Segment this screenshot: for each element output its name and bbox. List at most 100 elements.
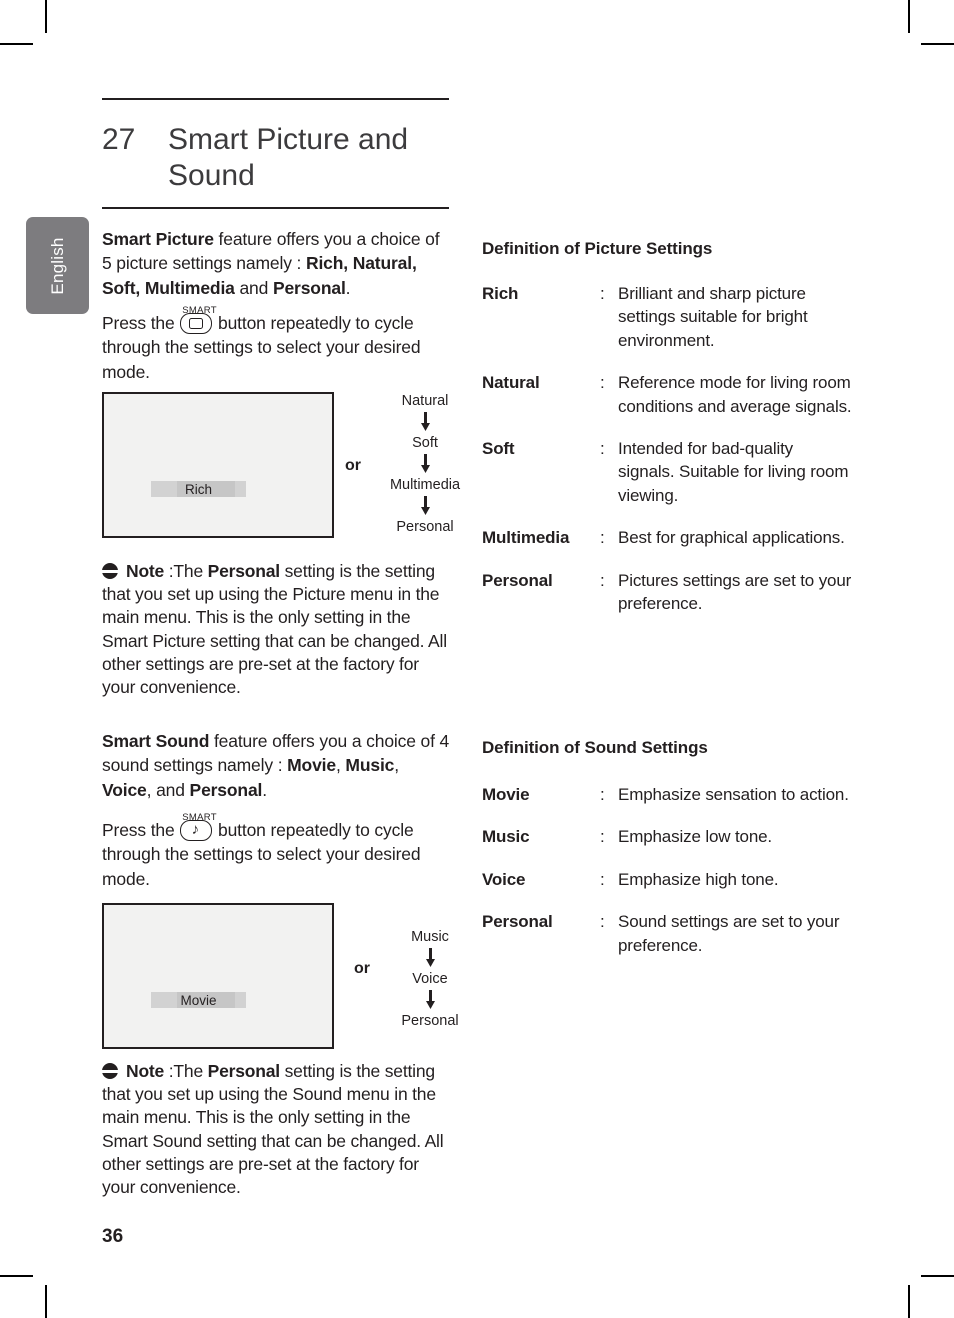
crop-mark-bottom-right-vertical xyxy=(908,1285,910,1318)
definition-description: Intended for bad-quality signals. Suitab… xyxy=(618,439,849,505)
sound-settings-list: Movie : Emphasize sensation to action. M… xyxy=(482,783,852,976)
note-text-2-picture: setting is the setting that you set up u… xyxy=(102,561,447,698)
definition-colon: : xyxy=(600,827,605,847)
screen-mode-band-picture: Rich xyxy=(151,481,246,497)
arrow-down-icon xyxy=(420,412,430,431)
press-text-before-picture: Press the xyxy=(102,313,180,333)
definition-colon: : xyxy=(600,284,605,303)
definition-colon: : xyxy=(600,869,605,889)
definition-row: Personal : Pictures settings are set to … xyxy=(482,569,852,616)
definition-colon: : xyxy=(600,785,605,804)
or-label-picture: or xyxy=(345,457,361,474)
smart-sound-intro-text-2: , xyxy=(335,755,346,776)
definition-colon: : xyxy=(600,439,605,459)
definition-row: Personal : Sound settings are set to you… xyxy=(482,910,852,957)
smart-sound-intro-text-4: , and xyxy=(146,779,190,800)
picture-settings-list: Rich : Brilliant and sharp picture setti… xyxy=(482,282,852,634)
note-title-picture: Note xyxy=(126,561,165,581)
crop-mark-top-right-horizontal xyxy=(921,43,954,45)
screen-mode-label-picture: Rich xyxy=(184,481,212,497)
cycle-step: Soft xyxy=(412,435,438,451)
definition-colon: : xyxy=(600,373,605,393)
definition-term: Voice xyxy=(482,869,526,889)
chapter-title: Smart Picture and Sound xyxy=(168,123,409,192)
definition-description: Best for graphical applications. xyxy=(618,528,845,548)
definition-term: Multimedia xyxy=(482,528,570,548)
note-title-sound: Note xyxy=(126,1061,165,1081)
smart-sound-mode-voice: Voice xyxy=(102,779,147,800)
smart-sound-mode-music: Music xyxy=(345,755,395,776)
arrow-down-icon xyxy=(425,990,435,1009)
smart-sound-screen-preview: Movie xyxy=(102,903,334,1049)
definition-row: Rich : Brilliant and sharp picture setti… xyxy=(482,282,852,352)
smart-sound-intro-text-3: , xyxy=(394,755,399,776)
smart-picture-cycle-list: Natural Soft Multimedia Personal xyxy=(360,392,490,536)
crop-mark-top-left-horizontal xyxy=(0,43,33,45)
page-number: 36 xyxy=(102,1226,124,1247)
screen-mode-label-sound: Movie xyxy=(180,992,217,1008)
smart-picture-mode-personal: Personal xyxy=(272,277,346,298)
smart-picture-intro: Smart Picture feature offers you a choic… xyxy=(102,227,452,300)
picture-settings-heading: Definition of Picture Settings xyxy=(482,239,713,258)
note-text-2-sound: setting is the setting that you set up u… xyxy=(102,1061,444,1198)
note-term-personal-sound: Personal xyxy=(207,1061,281,1081)
or-label-sound: or xyxy=(354,960,370,977)
screen-mode-band-sound: Movie xyxy=(151,992,246,1008)
definition-term: Personal xyxy=(482,912,553,932)
cycle-step: Personal xyxy=(401,1013,459,1029)
arrow-down-icon xyxy=(425,948,435,967)
cycle-step: Multimedia xyxy=(389,477,461,493)
definition-description: Sound settings are set to your preferenc… xyxy=(618,912,840,955)
smart-picture-screen-preview: Rich xyxy=(102,392,334,538)
smart-sound-button[interactable]: SMART ♪ xyxy=(180,812,217,841)
definition-term: Movie xyxy=(482,785,530,804)
language-tab: English xyxy=(26,217,89,314)
smart-sound-intro: Smart Sound feature offers you a choice … xyxy=(102,729,452,802)
heading-rule-top xyxy=(102,98,449,100)
definition-term: Natural xyxy=(482,373,540,393)
music-note-icon: ♪ xyxy=(191,821,200,838)
definition-description: Emphasize low tone. xyxy=(618,827,773,847)
crop-mark-bottom-left-horizontal xyxy=(0,1275,33,1277)
note-sound: Note :The Personal setting is the settin… xyxy=(102,1060,454,1199)
definition-colon: : xyxy=(600,528,605,548)
definition-row: Multimedia : Best for graphical applicat… xyxy=(482,526,852,549)
smart-sound-mode-movie: Movie xyxy=(287,755,336,776)
cycle-step: Personal xyxy=(396,519,454,535)
page-content: 27 Smart Picture and Sound Smart Picture… xyxy=(102,0,852,1318)
crop-mark-top-right-vertical xyxy=(908,0,910,33)
smart-sound-term: Smart Sound xyxy=(102,731,210,751)
smart-picture-button[interactable]: SMART xyxy=(180,305,217,334)
crop-mark-top-left-vertical xyxy=(45,0,47,33)
heading-rule-bottom xyxy=(102,207,449,209)
smart-sound-mode-personal: Personal xyxy=(189,779,263,800)
definition-colon: : xyxy=(600,570,605,590)
definition-row: Voice : Emphasize high tone. xyxy=(482,868,852,891)
definition-row: Movie : Emphasize sensation to action. xyxy=(482,783,852,806)
definition-row: Soft : Intended for bad-quality signals.… xyxy=(482,437,852,507)
note-text-1-picture: The xyxy=(173,561,208,581)
smart-sound-press-instruction: Press the SMART ♪ button repeatedly to cy… xyxy=(102,812,452,891)
note-text-1-sound: The xyxy=(173,1061,208,1081)
definition-description: Pictures settings are set to your prefer… xyxy=(618,570,852,614)
smart-picture-press-instruction: Press the SMART button repeatedly to cyc… xyxy=(102,305,452,384)
crop-mark-bottom-left-vertical xyxy=(45,1285,47,1318)
crop-mark-bottom-right-horizontal xyxy=(921,1275,954,1277)
smart-picture-intro-text-2: and xyxy=(234,277,273,298)
definition-description: Emphasize sensation to action. xyxy=(618,785,849,804)
arrow-down-icon xyxy=(420,496,430,515)
definition-description: Brilliant and sharp picture settings sui… xyxy=(618,284,808,350)
note-picture-body: Note :The Personal setting is the settin… xyxy=(102,560,454,699)
press-text-before-sound: Press the xyxy=(102,820,180,840)
definition-row: Natural : Reference mode for living room… xyxy=(482,371,852,418)
note-sound-body: Note :The Personal setting is the settin… xyxy=(102,1060,454,1199)
definition-colon: : xyxy=(600,912,605,932)
cycle-step: Natural xyxy=(401,393,449,409)
chapter-number: 27 xyxy=(102,123,136,156)
definition-term: Soft xyxy=(482,439,515,459)
smart-picture-intro-text-3: . xyxy=(345,277,351,298)
definition-description: Emphasize high tone. xyxy=(618,869,779,889)
cycle-step: Voice xyxy=(412,971,448,987)
language-tab-label: English xyxy=(47,236,67,295)
smart-picture-term: Smart Picture xyxy=(102,229,214,249)
